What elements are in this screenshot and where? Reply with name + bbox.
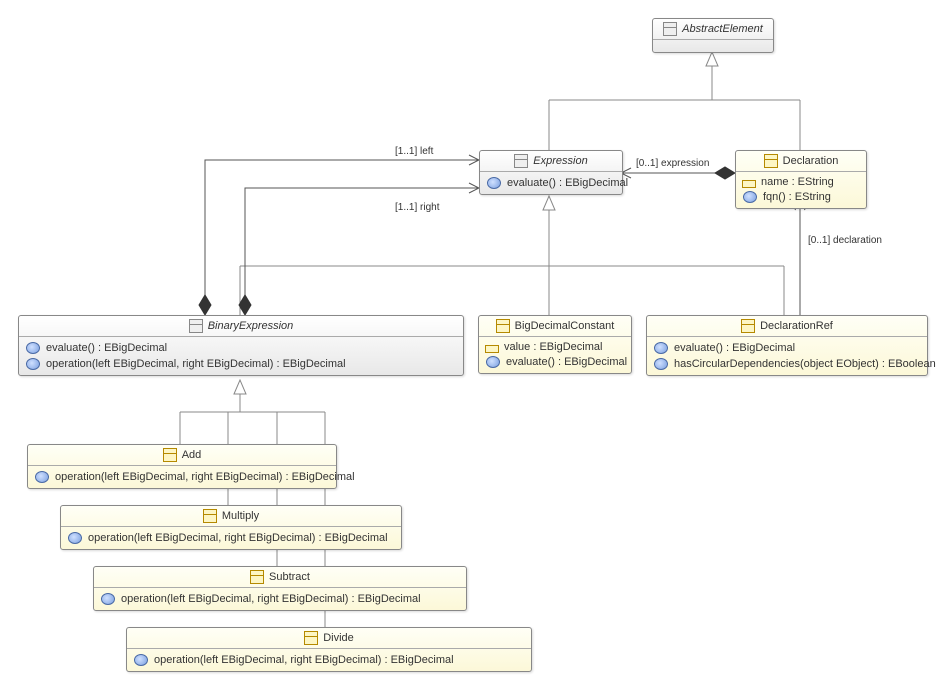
- class-name: AbstractElement: [682, 23, 763, 35]
- attribute-icon: [742, 180, 756, 188]
- class-name: DeclarationRef: [760, 320, 833, 332]
- class-add: Add operation(left EBigDecimal, right EB…: [27, 444, 337, 489]
- operation-icon: [68, 532, 82, 544]
- class-expression: Expression evaluate() : EBigDecimal: [479, 150, 623, 195]
- attribute-icon: [485, 345, 499, 353]
- operation: fqn() : EString: [763, 191, 831, 203]
- operation: evaluate() : EBigDecimal: [674, 342, 795, 354]
- operation-icon: [486, 356, 500, 368]
- operation: operation(left EBigDecimal, right EBigDe…: [46, 358, 346, 370]
- operation: evaluate() : EBigDecimal: [506, 356, 627, 368]
- abstract-class-icon: [663, 22, 677, 36]
- operation: operation(left EBigDecimal, right EBigDe…: [88, 532, 388, 544]
- operation: hasCircularDependencies(object EObject) …: [674, 358, 936, 370]
- label-right: [1..1] right: [395, 202, 439, 213]
- class-binaryexpression: BinaryExpression evaluate() : EBigDecima…: [18, 315, 464, 376]
- attribute: value : EBigDecimal: [504, 341, 602, 353]
- abstract-class-icon: [514, 154, 528, 168]
- class-icon: [496, 319, 510, 333]
- operation: operation(left EBigDecimal, right EBigDe…: [154, 654, 454, 666]
- class-declaration: Declaration name : EString fqn() : EStri…: [735, 150, 867, 209]
- class-icon: [250, 570, 264, 584]
- class-icon: [304, 631, 318, 645]
- label-declaration: [0..1] declaration: [808, 235, 882, 246]
- class-name: Subtract: [269, 571, 310, 583]
- class-icon: [764, 154, 778, 168]
- class-subtract: Subtract operation(left EBigDecimal, rig…: [93, 566, 467, 611]
- operation-icon: [26, 342, 40, 354]
- operation-icon: [654, 342, 668, 354]
- operation: operation(left EBigDecimal, right EBigDe…: [121, 593, 421, 605]
- class-icon: [741, 319, 755, 333]
- operation: operation(left EBigDecimal, right EBigDe…: [55, 471, 355, 483]
- uml-class-diagram: [1..1] left [1..1] right [0..1] expressi…: [0, 0, 941, 680]
- class-name: Divide: [323, 632, 354, 644]
- label-expression: [0..1] expression: [636, 158, 709, 169]
- class-bigdecimalconstant: BigDecimalConstant value : EBigDecimal e…: [478, 315, 632, 374]
- operation-icon: [654, 358, 668, 370]
- operation-icon: [743, 191, 757, 203]
- operation-icon: [35, 471, 49, 483]
- class-multiply: Multiply operation(left EBigDecimal, rig…: [60, 505, 402, 550]
- class-name: Expression: [533, 155, 587, 167]
- class-declarationref: DeclarationRef evaluate() : EBigDecimal …: [646, 315, 928, 376]
- class-name: Multiply: [222, 510, 259, 522]
- class-name: BinaryExpression: [208, 320, 294, 332]
- operation-icon: [487, 177, 501, 189]
- class-name: Add: [182, 449, 202, 461]
- label-left: [1..1] left: [395, 146, 433, 157]
- operation: evaluate() : EBigDecimal: [507, 177, 628, 189]
- abstract-class-icon: [189, 319, 203, 333]
- class-abstractelement: AbstractElement: [652, 18, 774, 53]
- operation-icon: [134, 654, 148, 666]
- class-divide: Divide operation(left EBigDecimal, right…: [126, 627, 532, 672]
- operation-icon: [101, 593, 115, 605]
- operation: evaluate() : EBigDecimal: [46, 342, 167, 354]
- attribute: name : EString: [761, 176, 834, 188]
- class-icon: [163, 448, 177, 462]
- operation-icon: [26, 358, 40, 370]
- class-name: BigDecimalConstant: [515, 320, 615, 332]
- class-icon: [203, 509, 217, 523]
- class-name: Declaration: [783, 155, 839, 167]
